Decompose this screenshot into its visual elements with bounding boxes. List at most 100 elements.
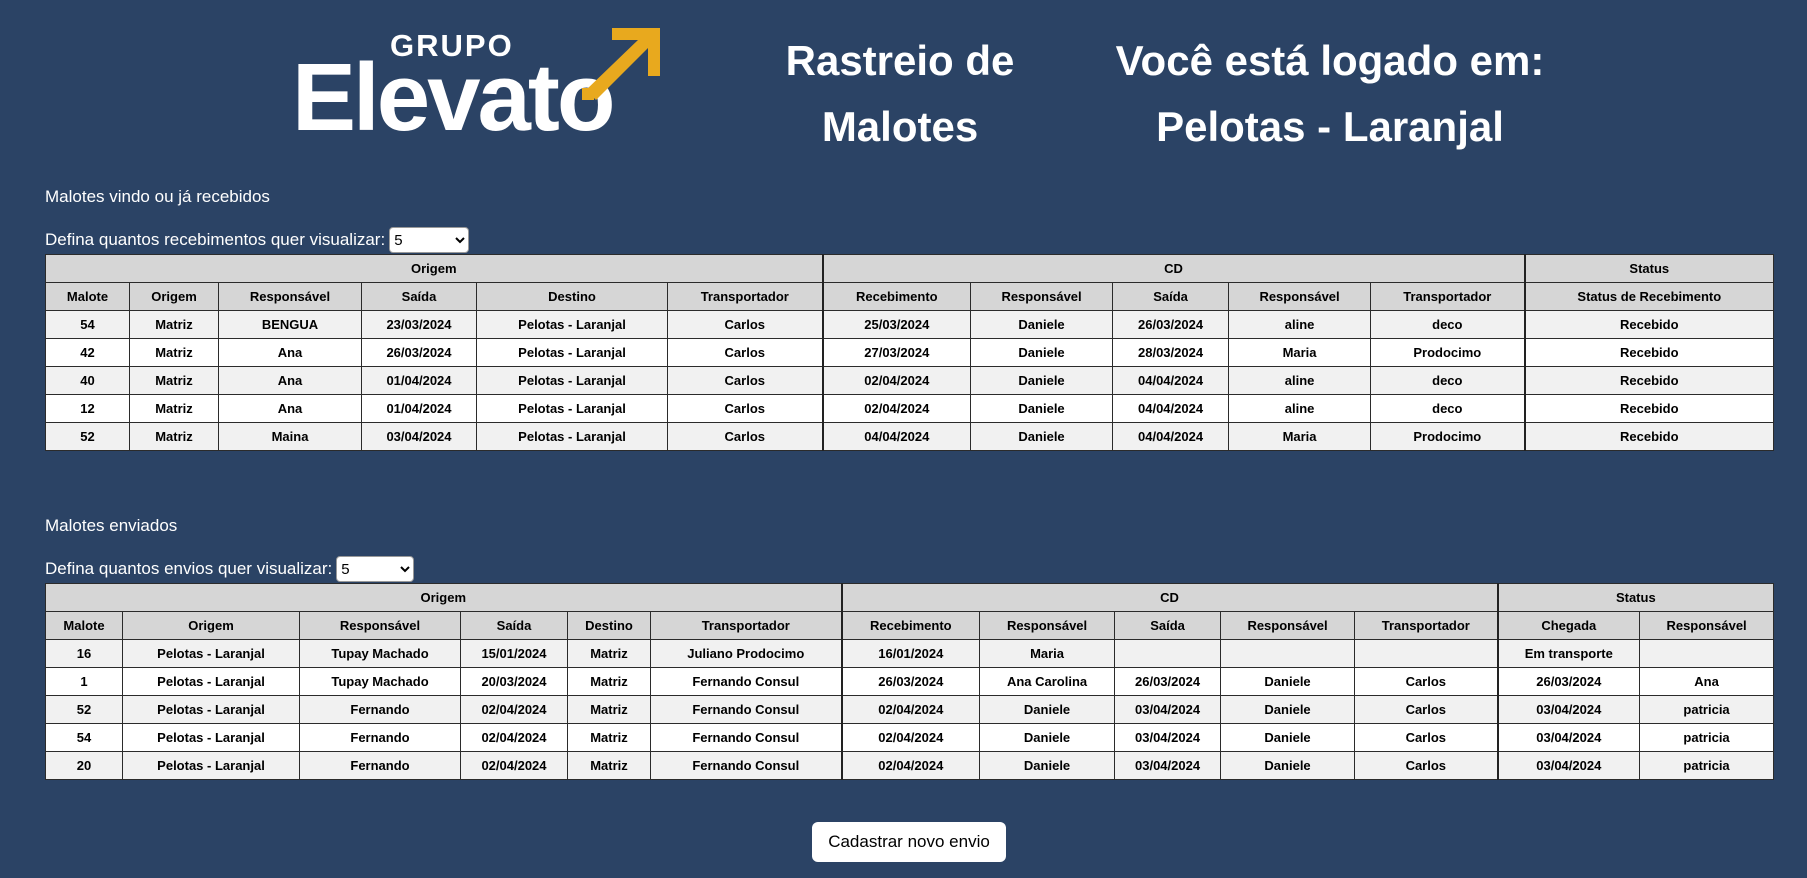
table-cell: Carlos — [666, 366, 824, 395]
table-cell: Matriz — [129, 394, 219, 423]
table-cell: Carlos — [1354, 667, 1499, 696]
table-cell: Pelotas - Laranjal — [476, 366, 668, 395]
table-cell: patricia — [1639, 751, 1775, 780]
table-cell: 54 — [45, 310, 130, 339]
table-cell: Matriz — [567, 667, 651, 696]
table-cell: Daniele — [1220, 667, 1356, 696]
table-cell: Recebido — [1524, 422, 1775, 451]
received-group-status: Status — [1524, 254, 1775, 283]
logged-location-value: Pelotas - Laranjal — [1156, 103, 1504, 150]
logo-arrow-icon — [582, 28, 660, 100]
table-cell: Pelotas - Laranjal — [122, 751, 300, 780]
table-cell: Matriz — [129, 338, 219, 367]
logged-location-label: Você está logado em: — [1115, 37, 1545, 84]
table-cell: Daniele — [979, 723, 1116, 752]
table-cell: Daniele — [1220, 723, 1356, 752]
table-cell: deco — [1370, 394, 1526, 423]
table-cell: Carlos — [666, 422, 824, 451]
sent-group-cd: CD — [841, 583, 1499, 612]
table-cell: 42 — [45, 338, 130, 367]
table-cell: 04/04/2024 — [1112, 366, 1230, 395]
page-title-line1: Rastreio de — [785, 37, 1015, 84]
table-cell: Carlos — [666, 394, 824, 423]
sent-column-header: Destino — [567, 611, 651, 640]
table-cell: Recebido — [1524, 338, 1775, 367]
table-cell: 04/04/2024 — [822, 422, 972, 451]
sent-column-header-row: Malote Origem Responsável Saída Destino Trans… — [45, 611, 1775, 640]
table-cell: 26/03/2024 — [1112, 310, 1230, 339]
table-cell: Daniele — [970, 310, 1114, 339]
received-count-select[interactable]: 5 — [389, 227, 470, 253]
table-cell: Carlos — [666, 310, 824, 339]
table-cell: 02/04/2024 — [841, 751, 981, 780]
new-shipment-button[interactable]: Cadastrar novo envio — [812, 822, 1006, 862]
table-cell: 02/04/2024 — [822, 366, 972, 395]
sent-column-header: Transportador — [1354, 611, 1499, 640]
table-row: 1 Pelotas - Laranjal Tupay Machado 20/03/20… — [45, 667, 1775, 696]
received-count-selector-row: Defina quantos recebimentos quer visuali… — [45, 227, 470, 253]
table-cell: Carlos — [1354, 723, 1499, 752]
table-cell: 16 — [45, 639, 123, 668]
table-cell: Pelotas - Laranjal — [122, 695, 300, 724]
table-row: 12 Matriz Ana 01/04/2024 Pelotas - Laranjal C… — [45, 394, 1775, 423]
table-cell: BENGUA — [218, 310, 362, 339]
table-cell: Tupay Machado — [299, 667, 461, 696]
table-cell: 02/04/2024 — [460, 751, 568, 780]
table-cell — [1639, 639, 1775, 668]
received-column-header-row: Malote Origem Responsável Saída Destino Trans… — [45, 282, 1775, 311]
sent-group-status: Status — [1497, 583, 1775, 612]
sent-column-header: Responsável — [299, 611, 461, 640]
table-cell: Fernando — [299, 723, 461, 752]
table-cell: Ana Carolina — [979, 667, 1116, 696]
table-cell: 26/03/2024 — [361, 338, 477, 367]
table-row: 42 Matriz Ana 26/03/2024 Pelotas - Laranjal C… — [45, 338, 1775, 367]
table-cell: Pelotas - Laranjal — [476, 422, 668, 451]
table-cell: 04/04/2024 — [1112, 394, 1230, 423]
table-cell: Pelotas - Laranjal — [122, 723, 300, 752]
table-cell — [1220, 639, 1356, 668]
table-cell: Daniele — [970, 422, 1114, 451]
received-column-header: Transportador — [1370, 282, 1526, 311]
received-column-header: Destino — [476, 282, 668, 311]
table-cell: 54 — [45, 723, 123, 752]
received-column-header: Transportador — [666, 282, 824, 311]
table-cell: Pelotas - Laranjal — [122, 667, 300, 696]
table-cell: Maria — [1228, 338, 1372, 367]
table-cell: Fernando — [299, 695, 461, 724]
table-cell: Fernando Consul — [649, 751, 843, 780]
sent-section-title: Malotes enviados — [45, 516, 178, 535]
sent-group-header-row: Origem CD Status — [44, 583, 1775, 612]
table-cell: 12 — [45, 394, 130, 423]
table-cell: 01/04/2024 — [361, 394, 477, 423]
sent-column-header: Recebimento — [841, 611, 981, 640]
received-column-header: Malote — [45, 282, 130, 311]
table-cell: Prodocimo — [1370, 338, 1526, 367]
received-column-header: Saída — [361, 282, 477, 311]
table-cell: Pelotas - Laranjal — [476, 338, 668, 367]
table-cell: Maina — [218, 422, 362, 451]
sent-count-select[interactable]: 5 — [336, 556, 415, 582]
table-cell: 03/04/2024 — [1497, 751, 1641, 780]
table-cell: 27/03/2024 — [822, 338, 972, 367]
table-cell: aline — [1228, 366, 1372, 395]
table-cell: Fernando — [299, 751, 461, 780]
table-cell: Carlos — [1354, 695, 1499, 724]
table-cell: Matriz — [129, 310, 219, 339]
table-cell: 25/03/2024 — [822, 310, 972, 339]
table-cell: 20 — [45, 751, 123, 780]
sent-table-body: 16 Pelotas - Laranjal Tupay Machado 15/01/2… — [45, 639, 1775, 780]
table-cell: Ana — [218, 394, 362, 423]
received-table-body: 54 Matriz BENGUA 23/03/2024 Pelotas - Laranj… — [45, 310, 1775, 451]
table-cell: Pelotas - Laranjal — [476, 310, 668, 339]
table-cell: 03/04/2024 — [1114, 751, 1222, 780]
table-cell: 26/03/2024 — [841, 667, 981, 696]
table-cell: deco — [1370, 310, 1526, 339]
table-cell: deco — [1370, 366, 1526, 395]
table-cell: Daniele — [1220, 695, 1356, 724]
received-count-label: Defina quantos recebimentos quer visuali… — [45, 230, 386, 249]
sent-column-header: Responsável — [1639, 611, 1775, 640]
table-cell: Maria — [979, 639, 1116, 668]
table-cell: 26/03/2024 — [1114, 667, 1222, 696]
received-column-header: Origem — [129, 282, 219, 311]
received-column-header: Responsável — [1228, 282, 1372, 311]
